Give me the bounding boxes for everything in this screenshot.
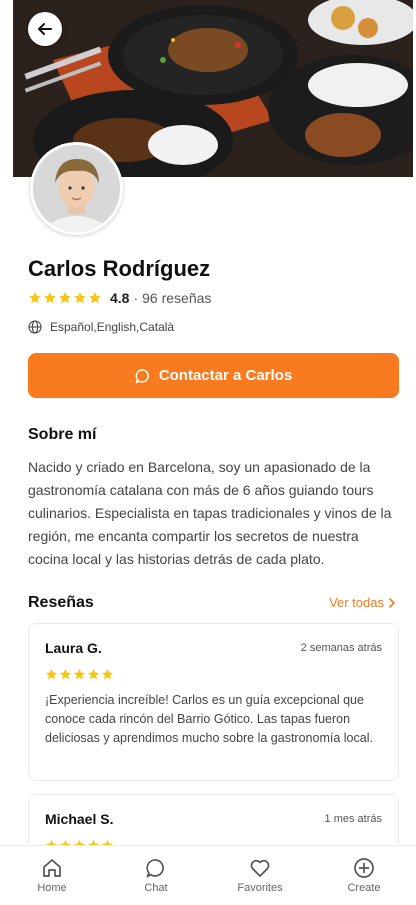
star-icon bbox=[87, 668, 100, 680]
nav-item-chat[interactable]: Chat bbox=[104, 846, 208, 905]
globe-icon bbox=[28, 320, 42, 334]
about-text: Nacido y criado en Barcelona, soy un apa… bbox=[28, 459, 392, 567]
rating-stars bbox=[28, 291, 102, 305]
left-margin bbox=[0, 0, 13, 905]
languages-text: Español,English,Català bbox=[50, 320, 175, 334]
star-icon bbox=[73, 668, 86, 680]
heart-icon bbox=[250, 859, 270, 877]
rating-value: 4.8 bbox=[110, 290, 130, 306]
star-icon bbox=[29, 292, 41, 304]
see-all-reviews-link[interactable]: Ver todas bbox=[329, 595, 396, 610]
home-icon bbox=[43, 859, 61, 877]
bottom-nav: Home Chat Favorites Create bbox=[0, 845, 416, 905]
nav-item-home[interactable]: Home bbox=[0, 846, 104, 905]
review-stars bbox=[45, 668, 382, 681]
nav-item-favorites[interactable]: Favorites bbox=[208, 846, 312, 905]
languages-row: Español,English,Català bbox=[28, 320, 174, 334]
chat-icon bbox=[146, 859, 164, 878]
star-icon bbox=[89, 292, 101, 304]
star-icon bbox=[74, 292, 86, 304]
review-author: Michael S. bbox=[45, 811, 114, 827]
star-icon bbox=[44, 292, 56, 304]
contact-button[interactable]: Contactar a Carlos bbox=[28, 353, 399, 398]
chevron-right-icon bbox=[389, 597, 396, 608]
review-date: 1 mes atrás bbox=[324, 813, 382, 825]
nav-label: Favorites bbox=[237, 882, 283, 894]
rating-row: 4.8 · 96 reseñas bbox=[28, 288, 211, 308]
star-icon bbox=[45, 668, 58, 680]
contact-button-label: Contactar a Carlos bbox=[158, 367, 293, 384]
back-button[interactable] bbox=[28, 12, 62, 46]
nav-label: Create bbox=[347, 882, 381, 894]
guide-name: Carlos Rodríguez bbox=[28, 256, 211, 281]
see-all-label: Ver todas bbox=[329, 595, 384, 610]
nav-label: Home bbox=[37, 882, 67, 894]
review-card: Laura G. 2 semanas atrás ¡Experiencia in… bbox=[28, 623, 399, 781]
review-text: ¡Experiencia increíble! Carlos es un guí… bbox=[45, 693, 373, 745]
reviews-title: Reseñas bbox=[28, 594, 94, 611]
review-author: Laura G. bbox=[45, 640, 102, 656]
nav-item-create[interactable]: Create bbox=[312, 846, 416, 905]
review-count: 96 reseñas bbox=[142, 290, 212, 306]
nav-label: Chat bbox=[144, 882, 168, 894]
avatar bbox=[30, 142, 123, 235]
star-icon bbox=[101, 668, 114, 680]
star-icon bbox=[59, 292, 71, 304]
arrow-left-icon bbox=[38, 23, 52, 35]
about-title: Sobre mí bbox=[28, 426, 97, 443]
review-date: 2 semanas atrás bbox=[300, 642, 382, 654]
rating-separator: · bbox=[133, 290, 139, 306]
chat-bubble-icon bbox=[135, 368, 149, 383]
plus-circle-icon bbox=[354, 858, 374, 878]
star-icon bbox=[59, 668, 72, 680]
